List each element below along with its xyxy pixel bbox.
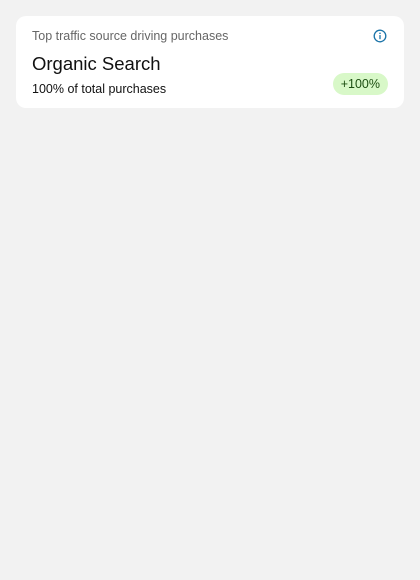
purchase-share-text: 100% of total purchases bbox=[32, 82, 167, 96]
top-traffic-source-card: Top traffic source driving purchases Org… bbox=[16, 16, 404, 108]
change-badge: +100% bbox=[332, 73, 388, 95]
info-icon[interactable] bbox=[373, 29, 387, 43]
card-subtitle: Top traffic source driving purchases bbox=[32, 29, 229, 43]
traffic-source-name: Organic Search bbox=[32, 53, 161, 74]
